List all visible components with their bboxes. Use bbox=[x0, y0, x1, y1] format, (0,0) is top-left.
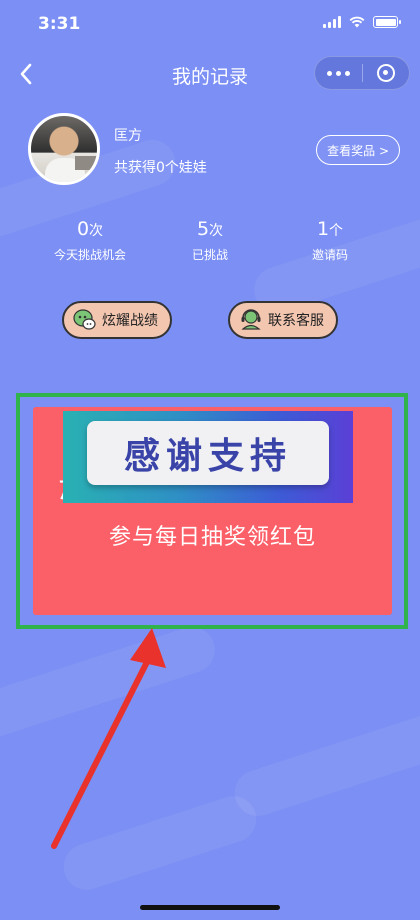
action-buttons: 炫耀战绩 联系客服 bbox=[62, 301, 364, 339]
close-mini-program-icon[interactable] bbox=[362, 64, 409, 82]
thanks-banner-text: 感谢支持 bbox=[123, 436, 292, 477]
stat-invite-code[interactable]: 1个 邀请码 bbox=[270, 218, 390, 266]
customer-service-icon bbox=[241, 309, 261, 330]
battery-icon bbox=[373, 16, 401, 28]
stat-label: 今天挑战机会 bbox=[53, 248, 126, 262]
mini-program-capsule bbox=[314, 56, 410, 90]
support-label: 联系客服 bbox=[268, 313, 324, 329]
thanks-banner-inner: 感谢支持 bbox=[87, 421, 329, 485]
show-off-label: 炫耀战绩 bbox=[102, 313, 158, 329]
annotation-arrow-icon bbox=[51, 628, 166, 849]
prize-count-text: 共获得0个娃娃 bbox=[114, 160, 207, 176]
stat-label: 邀请码 bbox=[311, 248, 348, 262]
status-icons bbox=[323, 16, 401, 28]
status-bar: 3:31 bbox=[0, 0, 420, 48]
stat-value: 0次 bbox=[76, 218, 104, 240]
stat-chances-today: 0次 今天挑战机会 bbox=[30, 218, 150, 266]
view-prizes-button[interactable]: 查看奖品 > bbox=[316, 135, 400, 165]
navigation-bar: 我的记录 bbox=[0, 52, 420, 96]
contact-support-button[interactable]: 联系客服 bbox=[228, 301, 338, 339]
daily-lottery-text: 参与每日抽奖领红包 bbox=[108, 525, 316, 550]
profile-section: 匡方 共获得0个娃娃 查看奖品 > bbox=[28, 113, 400, 189]
stat-value: 5次 bbox=[196, 218, 224, 240]
signal-icon bbox=[323, 16, 341, 28]
highlight-annotation-frame: た 感谢支持 参与每日抽奖领红包 bbox=[16, 393, 408, 629]
avatar bbox=[28, 113, 100, 185]
home-indicator bbox=[140, 905, 280, 910]
stats-row: 0次 今天挑战机会 5次 已挑战 1个 邀请码 bbox=[30, 218, 390, 266]
daily-lottery-card[interactable]: た 感谢支持 参与每日抽奖领红包 bbox=[33, 407, 392, 615]
username: 匡方 bbox=[114, 128, 142, 144]
show-off-record-button[interactable]: 炫耀战绩 bbox=[62, 301, 172, 339]
stat-challenged: 5次 已挑战 bbox=[150, 218, 270, 266]
more-options-icon[interactable] bbox=[315, 70, 362, 76]
background-streak bbox=[228, 704, 420, 822]
chat-bubble-icon bbox=[73, 309, 96, 330]
stat-label: 已挑战 bbox=[191, 248, 228, 262]
stat-value: 1个 bbox=[316, 218, 344, 240]
wifi-icon bbox=[349, 16, 365, 28]
thanks-banner: 感谢支持 bbox=[63, 411, 353, 503]
status-time: 3:31 bbox=[38, 14, 81, 34]
